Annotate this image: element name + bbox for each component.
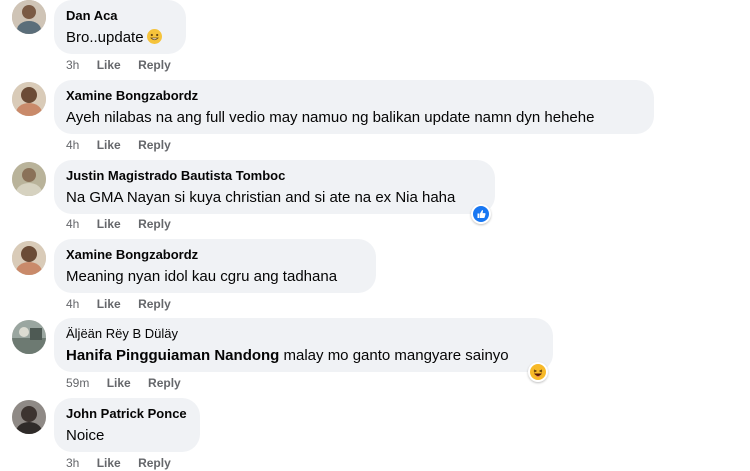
- avatar-image: [12, 400, 46, 434]
- like-button[interactable]: Like: [97, 455, 121, 471]
- grinning-emoji-icon: [146, 29, 162, 44]
- comment-author[interactable]: Dan Aca: [66, 8, 174, 24]
- comment-actions: 59m Like Reply: [66, 375, 195, 391]
- reply-button[interactable]: Reply: [138, 137, 171, 153]
- avatar[interactable]: [12, 241, 46, 275]
- avatar[interactable]: [12, 400, 46, 434]
- comment-timestamp[interactable]: 4h: [66, 137, 79, 153]
- mentioned-user-link[interactable]: Hanifa Pingguiaman Nandong: [66, 347, 279, 364]
- comment-bubble: Äljëän Rëy B Düläy Hanifa Pingguiaman Na…: [54, 318, 553, 372]
- comment-actions: 4h Like Reply: [66, 137, 185, 153]
- avatar[interactable]: [12, 0, 46, 34]
- avatar-image: [12, 0, 46, 34]
- comment-actions: 3h Like Reply: [66, 57, 185, 73]
- avatar-image: [12, 162, 46, 196]
- comment-text: Noice: [66, 427, 105, 444]
- comment-actions: 4h Like Reply: [66, 216, 185, 232]
- avatar-image: [12, 320, 46, 354]
- reply-button[interactable]: Reply: [138, 455, 171, 471]
- comment-author[interactable]: Xamine Bongzabordz: [66, 88, 642, 104]
- comment-author[interactable]: Xamine Bongzabordz: [66, 247, 364, 263]
- comment-text-content: Bro..update: [66, 29, 144, 46]
- comment-bubble: Xamine Bongzabordz Meaning nyan idol kau…: [54, 239, 376, 293]
- avatar[interactable]: [12, 320, 46, 354]
- comment-author[interactable]: Justin Magistrado Bautista Tomboc: [66, 168, 483, 184]
- comment-text: Hanifa Pingguiaman Nandong malay mo gant…: [66, 346, 541, 366]
- avatar-image: [12, 241, 46, 275]
- comment-timestamp[interactable]: 4h: [66, 216, 79, 232]
- reply-button[interactable]: Reply: [138, 216, 171, 232]
- reply-button[interactable]: Reply: [138, 296, 171, 312]
- comment-timestamp[interactable]: 4h: [66, 296, 79, 312]
- comment-timestamp[interactable]: 3h: [66, 455, 79, 471]
- like-button[interactable]: Like: [97, 216, 121, 232]
- comment-timestamp[interactable]: 3h: [66, 57, 79, 73]
- haha-reaction-icon[interactable]: [528, 362, 548, 382]
- like-reaction-icon[interactable]: [471, 204, 491, 224]
- like-button[interactable]: Like: [97, 296, 121, 312]
- avatar[interactable]: [12, 162, 46, 196]
- comment-bubble: Xamine Bongzabordz Ayeh nilabas na ang f…: [54, 80, 654, 134]
- comment-text: Meaning nyan idol kau cgru ang tadhana: [66, 268, 338, 285]
- like-button[interactable]: Like: [97, 137, 121, 153]
- like-button[interactable]: Like: [107, 375, 131, 391]
- avatar[interactable]: [12, 82, 46, 116]
- avatar-image: [12, 82, 46, 116]
- comment-author[interactable]: Äljëän Rëy B Düläy: [66, 326, 541, 342]
- reply-button[interactable]: Reply: [148, 375, 181, 391]
- comment-text: Ayeh nilabas na ang full vedio may namuo…: [66, 109, 595, 126]
- comment-text: Bro..update: [66, 28, 174, 48]
- comment-bubble: Justin Magistrado Bautista Tomboc Na GMA…: [54, 160, 495, 214]
- like-button[interactable]: Like: [97, 57, 121, 73]
- comment-text-content: malay mo ganto mangyare sainyo: [279, 347, 509, 364]
- reply-button[interactable]: Reply: [138, 57, 171, 73]
- comment-text: Na GMA Nayan si kuya christian and si at…: [66, 189, 456, 206]
- comment-bubble: John Patrick Ponce Noice: [54, 398, 200, 452]
- comment-actions: 3h Like Reply: [66, 455, 185, 471]
- comment-bubble: Dan Aca Bro..update: [54, 0, 186, 54]
- comment-author[interactable]: John Patrick Ponce: [66, 406, 188, 422]
- comment-timestamp[interactable]: 59m: [66, 375, 89, 391]
- comment-actions: 4h Like Reply: [66, 296, 185, 312]
